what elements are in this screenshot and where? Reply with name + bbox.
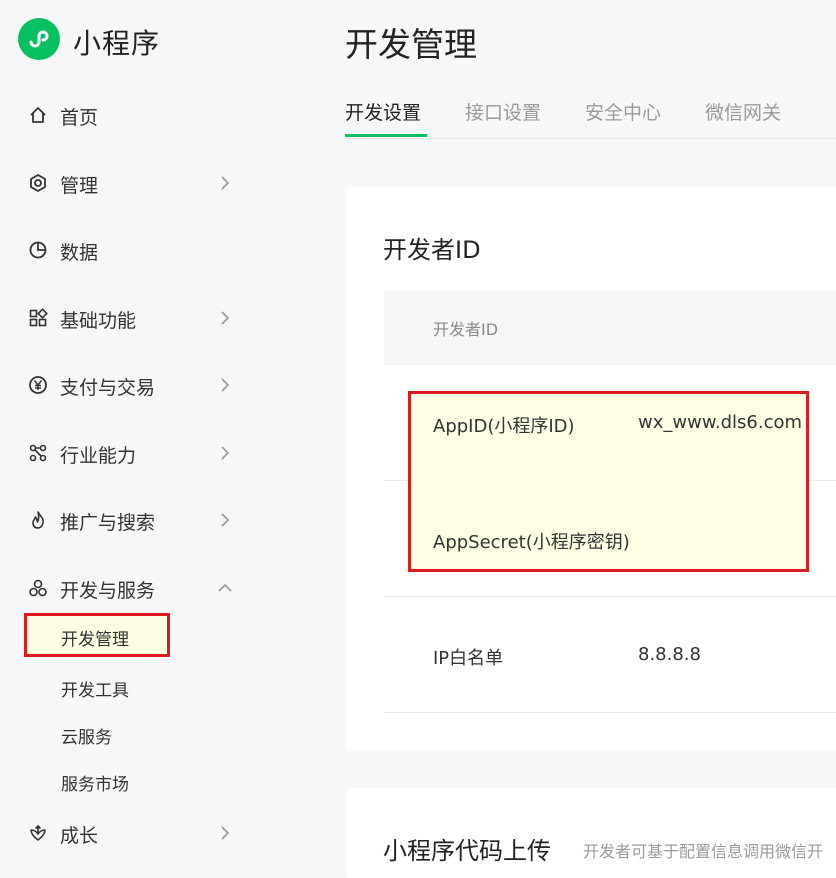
- chevron-right-icon[interactable]: [217, 377, 233, 393]
- sidebar-subitem-service-market[interactable]: 服务市场: [24, 758, 170, 802]
- code-upload-card: 小程序代码上传 开发者可基于配置信息调用微信开: [346, 788, 836, 878]
- active-tab-indicator: [345, 134, 427, 137]
- developer-id-card: 开发者ID 开发者ID AppID(小程序ID) wx_www.dls6.com…: [346, 187, 836, 750]
- sidebar-item-label: 首页: [60, 107, 99, 129]
- ip-whitelist-label: IP白名单: [433, 648, 504, 669]
- sidebar-item-label: 成长: [60, 825, 99, 847]
- sidebar-item-label: 开发与服务: [60, 580, 156, 602]
- chevron-right-icon[interactable]: [217, 825, 233, 841]
- cubes-icon: [29, 579, 47, 597]
- tab-wechat-gateway[interactable]: 微信网关: [705, 98, 781, 125]
- tab-bar: 开发设置 接口设置 安全中心 微信网关: [345, 95, 836, 139]
- home-icon: [30, 107, 46, 123]
- card-title: 小程序代码上传: [383, 837, 551, 865]
- flame-icon: [32, 511, 44, 529]
- sidebar-item-label: 数据: [60, 242, 99, 264]
- sidebar-item-data[interactable]: 数据: [0, 230, 300, 270]
- yen-icon: [29, 376, 47, 394]
- sidebar-item-home[interactable]: 首页: [0, 95, 300, 135]
- chevron-right-icon[interactable]: [217, 175, 233, 191]
- sidebar-item-label: 基础功能: [60, 310, 137, 332]
- sidebar-item-dev-services[interactable]: 开发与服务: [0, 568, 300, 608]
- sidebar: 小程序 首页 管理 数据 基础功能 支付与交易 行业能力 推广与搜索 开发与服务…: [0, 0, 300, 863]
- sidebar-subitem-label: 服务市场: [61, 775, 129, 795]
- appsecret-label: AppSecret(小程序密钥): [433, 532, 630, 553]
- sidebar-item-basic-features[interactable]: 基础功能: [0, 298, 300, 338]
- divider: [384, 712, 836, 713]
- appid-label: AppID(小程序ID): [433, 416, 575, 437]
- divider: [384, 596, 836, 597]
- growth-icon: [30, 824, 46, 841]
- brand-name: 小程序: [73, 27, 161, 60]
- chevron-right-icon[interactable]: [217, 445, 233, 461]
- chevron-right-icon[interactable]: [217, 512, 233, 528]
- sidebar-item-promotion[interactable]: 推广与搜索: [0, 500, 300, 540]
- sidebar-item-label: 管理: [60, 175, 99, 197]
- sidebar-subitem-label: 开发管理: [61, 630, 129, 650]
- sidebar-subitem-label: 开发工具: [61, 681, 129, 701]
- card-title: 开发者ID: [383, 236, 481, 264]
- sidebar-item-manage[interactable]: 管理: [0, 163, 300, 203]
- card-description: 开发者可基于配置信息调用微信开: [583, 842, 824, 861]
- sidebar-item-label: 支付与交易: [60, 377, 156, 399]
- sidebar-item-growth[interactable]: 成长: [0, 813, 300, 853]
- hexagon-icon: [30, 173, 46, 193]
- sidebar-subitem-dev-tools[interactable]: 开发工具: [24, 664, 170, 708]
- tab-interface-settings[interactable]: 接口设置: [465, 98, 541, 125]
- sidebar-item-label: 行业能力: [60, 445, 137, 467]
- sidebar-item-payment[interactable]: 支付与交易: [0, 365, 300, 405]
- table-header: 开发者ID: [384, 290, 836, 365]
- pie-chart-icon: [29, 241, 47, 259]
- grid-icon: [29, 308, 48, 327]
- table-header-label: 开发者ID: [433, 320, 499, 339]
- ip-whitelist-value: 8.8.8.8: [638, 644, 701, 665]
- network-icon: [29, 444, 47, 462]
- sidebar-subitem-dev-management[interactable]: 开发管理: [24, 613, 170, 657]
- appid-value: wx_www.dls6.com: [638, 412, 803, 433]
- miniprogram-logo-icon: [18, 18, 60, 60]
- sidebar-item-label: 推广与搜索: [60, 512, 156, 534]
- chevron-up-icon[interactable]: [217, 580, 233, 596]
- tab-security-center[interactable]: 安全中心: [585, 98, 661, 125]
- tab-dev-settings[interactable]: 开发设置: [345, 98, 421, 125]
- sidebar-item-industry[interactable]: 行业能力: [0, 433, 300, 473]
- page-title: 开发管理: [345, 25, 477, 64]
- chevron-right-icon[interactable]: [217, 310, 233, 326]
- sidebar-subitem-label: 云服务: [61, 728, 112, 748]
- sidebar-subitem-cloud-services[interactable]: 云服务: [24, 711, 170, 755]
